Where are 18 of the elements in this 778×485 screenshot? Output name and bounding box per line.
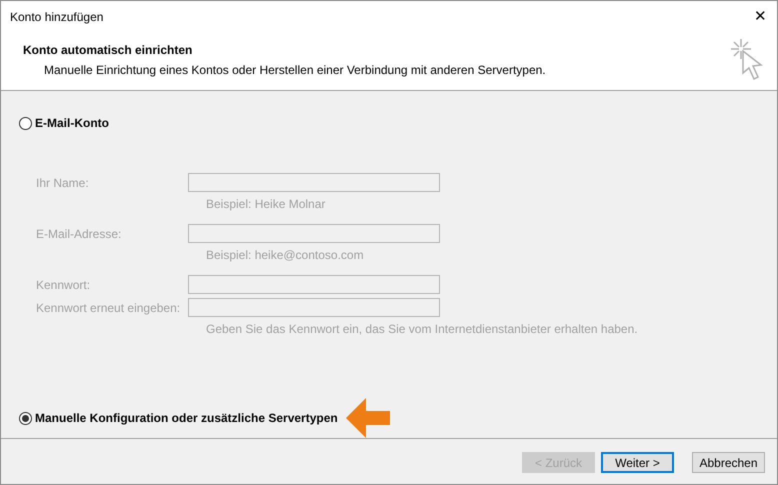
close-button[interactable]: ✕	[754, 6, 767, 28]
field-hint: Geben Sie das Kennwort ein, das Sie vom Internetdienstanbieter erhalten haben.	[205, 321, 638, 338]
field-hint: Beispiel: Heike Molnar	[205, 196, 326, 213]
field-label: E-Mail-Adresse:	[36, 226, 122, 242]
radio-button[interactable]	[19, 116, 32, 130]
field-hint: Beispiel: heike@contoso.com	[205, 247, 365, 264]
dialog-button[interactable]: Weiter >	[601, 452, 674, 473]
radio-label[interactable]: E-Mail-Konto	[35, 114, 109, 132]
field-label: Kennwort:	[36, 276, 92, 294]
header-subtitle: Manuelle Einrichtung eines Kontos oder Herstellen einer Verbindung mit anderen Servertypen.	[43, 62, 546, 79]
radio-button[interactable]	[19, 412, 32, 424]
field-label: Kennwort erneut eingeben:	[36, 300, 182, 316]
arrow-icon	[346, 398, 390, 438]
window-title: Konto hinzufügen	[10, 9, 104, 26]
header-title: Konto automatisch einrichten	[23, 42, 194, 59]
field-label: Ihr Name:	[36, 174, 90, 192]
radio-label[interactable]: Manuelle Konfiguration oder zusätzliche Servertypen	[35, 409, 338, 427]
dialog-button[interactable]: Abbrechen	[692, 452, 765, 473]
